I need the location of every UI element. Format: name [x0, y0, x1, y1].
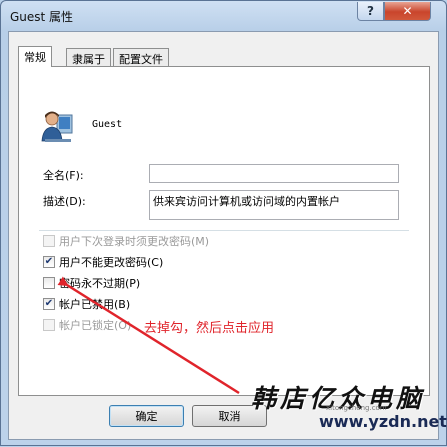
watermark-sub: xitongcheng.com — [326, 404, 387, 412]
watermark-url: www.yzdn.net — [319, 412, 447, 431]
properties-dialog: Guest 属性 ? ✕ 常规 隶属于 配置文件 Guest 全名(F): 描述… — [0, 0, 447, 446]
tab-general[interactable]: 常规 — [18, 46, 52, 67]
annotation-text: 去掉勾，然后点击应用 — [144, 321, 275, 336]
